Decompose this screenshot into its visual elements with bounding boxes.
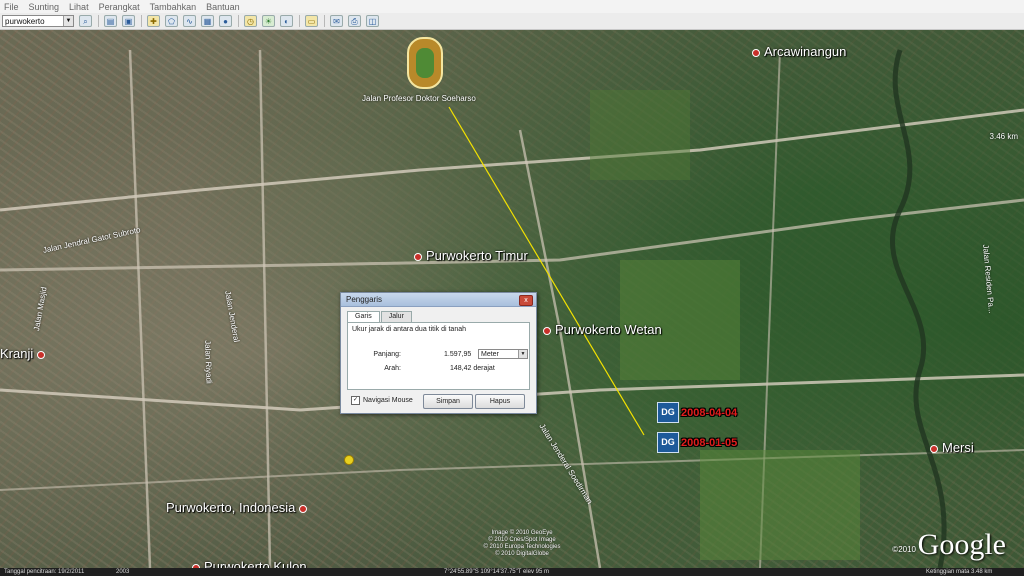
ruler-panel: Ukur jarak di antara dua titik di tanah … (347, 322, 530, 390)
field (590, 90, 690, 180)
road-label: Jalan Riyadi (203, 340, 214, 384)
toolbar: purwokerto ▼ ⌕ ▤ ▣ ✚ ⬠ ∿ ▦ ● ◷ ☀ ◐ ▭ ✉ ⎙… (0, 13, 1024, 30)
road (0, 108, 1024, 212)
imagery-date: 2008-04-04 (681, 406, 738, 419)
menu-bar: File Sunting Lihat Perangkat Tambahkan B… (0, 0, 1024, 14)
polygon-icon[interactable]: ⬠ (165, 15, 178, 27)
menu-edit[interactable]: Sunting (29, 2, 60, 12)
placemark-icon[interactable]: ✚ (147, 15, 160, 27)
email-icon[interactable]: ✉ (330, 15, 343, 27)
dialog-titlebar[interactable]: Penggaris x (341, 293, 536, 307)
place-marker-icon (299, 504, 308, 513)
unit-value: Meter (481, 351, 499, 358)
imagery-date-marker[interactable]: DG 2008-04-04 (657, 402, 737, 423)
save-button[interactable]: Simpan (423, 394, 473, 409)
road (128, 49, 152, 568)
place-mersi[interactable]: Mersi (930, 440, 974, 455)
view-in-maps-icon[interactable]: ◫ (366, 15, 379, 27)
search-dropdown-icon[interactable]: ▼ (63, 16, 73, 26)
coordinates-readout: 7°24'55.89"S 109°14'37.75"T elev 95 m (444, 569, 549, 575)
mouse-navigation-label: Navigasi Mouse (363, 397, 413, 404)
menu-help[interactable]: Bantuan (206, 2, 240, 12)
sidebar-toggle-icon[interactable]: ▤ (104, 15, 117, 27)
stadium-field (416, 48, 434, 78)
path-icon[interactable]: ∿ (183, 15, 196, 27)
menu-view[interactable]: Lihat (69, 2, 89, 12)
place-purwokerto-timur[interactable]: Purwokerto Timur (414, 248, 528, 263)
menu-tools[interactable]: Perangkat (99, 2, 140, 12)
timeline-year[interactable]: 2003 (116, 568, 129, 576)
imagery-date-status: Tanggal pencitraan: 19/2/2011 (4, 569, 85, 575)
length-label: Panjang: (373, 351, 401, 358)
river (889, 49, 947, 568)
length-value: 1.597,95 (444, 351, 472, 358)
print-icon[interactable]: ⎙ (348, 15, 361, 27)
heading-label: Arah: (384, 365, 401, 372)
digitalglobe-logo-icon: DG (657, 432, 679, 453)
imagery-date: 2008-01-05 (681, 436, 738, 449)
tour-icon[interactable]: ▣ (122, 15, 135, 27)
record-tour-icon[interactable]: ● (219, 15, 232, 27)
menu-file[interactable]: File (4, 2, 19, 12)
field (700, 450, 860, 560)
google-logo: Google (917, 528, 1006, 561)
place-marker-icon (752, 48, 760, 57)
tab-path[interactable]: Jalur (380, 311, 412, 322)
location-pin-icon[interactable] (344, 455, 354, 465)
image-copyright: Image © 2010 GeoEye © 2010 Cnes/Spot Ima… (483, 530, 561, 557)
toolbar-divider (238, 15, 239, 27)
chevron-down-icon[interactable]: ▼ (518, 350, 527, 358)
search-icon[interactable]: ⌕ (79, 15, 92, 27)
place-marker-icon (37, 350, 46, 359)
status-bar: Tanggal pencitraan: 19/2/2011 2003 7°24'… (0, 568, 1024, 576)
menu-add[interactable]: Tambahkan (150, 2, 197, 12)
dialog-title: Penggaris (346, 295, 383, 304)
ruler-description: Ukur jarak di antara dua titik di tanah (352, 326, 467, 333)
ruler-icon[interactable]: ▭ (305, 15, 318, 27)
place-purwokerto-indonesia[interactable]: Purwokerto, Indonesia (166, 500, 311, 515)
place-arcawinangun[interactable]: Arcawinangun (752, 44, 846, 59)
checkbox-checked-icon[interactable]: ✓ (351, 396, 360, 405)
delete-button[interactable]: Hapus (475, 394, 525, 409)
field (620, 260, 740, 380)
eye-altitude: Ketinggian mata 3.48 km (926, 569, 993, 575)
imagery-date-marker[interactable]: DG 2008-01-05 (657, 432, 737, 453)
toolbar-divider (299, 15, 300, 27)
toolbar-divider (141, 15, 142, 27)
unit-select[interactable]: Meter ▼ (478, 349, 528, 359)
place-purwokerto-kulon[interactable]: Purwokerto Kulon (192, 559, 307, 568)
historical-imagery-icon[interactable]: ◷ (244, 15, 257, 27)
scale-label: 3.46 km (989, 132, 1018, 141)
place-marker-icon (930, 444, 938, 453)
planets-icon[interactable]: ◐ (280, 15, 293, 27)
road-label: Jalan Profesor Doktor Soeharso (362, 94, 476, 103)
road (258, 49, 272, 568)
place-marker-icon (414, 252, 422, 261)
mouse-navigation-checkbox[interactable]: ✓ Navigasi Mouse (351, 396, 413, 405)
search-input[interactable]: purwokerto ▼ (2, 15, 74, 27)
sunlight-icon[interactable]: ☀ (262, 15, 275, 27)
copyright-year: ©2010 (892, 545, 916, 554)
heading-value: 148,42 derajat (450, 365, 495, 372)
place-marker-icon (543, 326, 551, 335)
toolbar-divider (98, 15, 99, 27)
toolbar-divider (324, 15, 325, 27)
close-icon[interactable]: x (519, 295, 533, 306)
image-overlay-icon[interactable]: ▦ (201, 15, 214, 27)
road (0, 449, 1024, 491)
place-kranji[interactable]: Kranji (0, 346, 49, 361)
search-value: purwokerto (5, 17, 45, 26)
digitalglobe-logo-icon: DG (657, 402, 679, 423)
place-purwokerto-wetan[interactable]: Purwokerto Wetan (543, 322, 662, 337)
ruler-dialog: Penggaris x Garis Jalur Ukur jarak di an… (340, 292, 537, 414)
